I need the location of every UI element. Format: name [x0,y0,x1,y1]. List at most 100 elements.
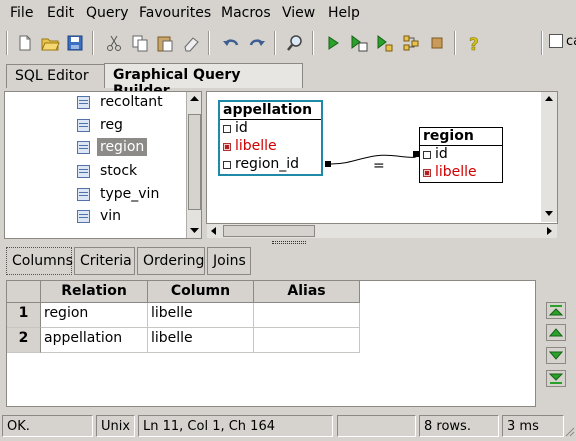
toolbar-separator [274,31,276,55]
join-operator: = [373,158,385,174]
menu-edit[interactable]: Edit [47,5,74,21]
scroll-up-arrow-icon[interactable] [188,93,201,105]
clear-icon[interactable] [181,33,201,53]
field-checkbox[interactable] [223,161,231,169]
cell-column[interactable]: libelle [148,303,254,328]
new-file-icon[interactable] [15,33,35,53]
open-folder-icon[interactable] [40,33,60,53]
table-region[interactable]: region id libelle [419,127,503,183]
scroll-down-arrow-icon[interactable] [188,224,201,236]
canvas-scroll-thumb[interactable] [223,225,315,237]
tab-criteria[interactable]: Criteria [74,247,135,275]
menu-favourites[interactable]: Favourites [139,5,211,21]
cell-column[interactable]: libelle [148,328,254,353]
tab-graphical-query-builder[interactable]: Graphical Query Builder [104,63,303,99]
canvas-horizontal-scrollbar[interactable] [207,224,557,238]
menu-help[interactable]: Help [328,5,360,21]
tab-joins[interactable]: Joins [207,247,251,275]
row-number[interactable]: 2 [7,328,41,353]
copy-icon[interactable] [130,33,150,53]
cell-relation[interactable]: appellation [41,328,148,353]
move-down-icon [548,351,564,360]
tab-columns-label: Columns [12,253,73,269]
row-number[interactable]: 1 [7,303,41,328]
tree-item-label: vin [100,208,122,224]
menu-bar: File Edit Query Favourites Macros View H… [0,0,576,25]
status-cursor-position: Ln 11, Col 1, Ch 164 [138,415,333,437]
help-icon[interactable]: ? [465,33,485,53]
status-empty [337,415,416,437]
menu-file[interactable]: File [10,5,33,21]
column-header-alias[interactable]: Alias [254,281,360,303]
toolbar: ? [0,27,576,60]
field-region_id[interactable]: region_id [220,156,321,174]
find-icon[interactable] [285,33,305,53]
stop-icon[interactable] [427,33,447,53]
table-title: appellation [220,102,321,120]
scroll-right-arrow-icon[interactable] [543,225,555,237]
column-header-column[interactable]: Column [148,281,254,303]
save-icon[interactable] [65,33,85,53]
tab-sql-editor[interactable]: SQL Editor [6,64,106,88]
status-message: OK. [2,415,93,437]
menu-view[interactable]: View [282,5,315,21]
run-script-icon[interactable] [349,33,369,53]
cell-relation[interactable]: region [41,303,148,328]
explain-icon[interactable] [375,33,395,53]
field-libelle[interactable]: libelle [420,164,502,182]
undo-icon[interactable] [221,33,241,53]
tree-item-label: reg [100,117,123,133]
scroll-left-arrow-icon[interactable] [208,225,220,237]
paste-icon[interactable] [155,33,175,53]
table-icon [77,119,90,132]
tab-joins-label: Joins [213,253,246,269]
resize-grip-icon[interactable] [565,426,575,437]
field-checkbox[interactable] [423,151,431,159]
cell-alias[interactable] [254,328,360,353]
status-exec-time: 3 ms [502,415,564,437]
splitter-handle[interactable] [272,241,306,244]
column-header-relation[interactable]: Relation [41,281,148,303]
cell-alias[interactable] [254,303,360,328]
move-down-button[interactable] [546,347,566,364]
move-top-icon [548,305,564,316]
menu-query[interactable]: Query [86,5,129,21]
field-label: libelle [235,138,277,154]
menu-macros[interactable]: Macros [221,5,271,21]
field-label: libelle [435,164,477,180]
grid-corner [7,281,41,303]
table-icon [77,141,90,154]
tree-scroll-thumb[interactable] [188,114,201,210]
field-libelle[interactable]: libelle [220,138,321,156]
move-up-button[interactable] [546,324,566,341]
field-label: region_id [235,156,300,172]
svg-text:?: ? [469,35,479,53]
tab-columns[interactable]: Columns [6,247,73,275]
canvas-vertical-scrollbar[interactable] [541,92,557,222]
field-checkbox[interactable] [223,143,231,151]
field-label: id [435,146,448,162]
explain-analyze-icon[interactable] [401,33,421,53]
cut-icon[interactable] [104,33,124,53]
move-top-button[interactable] [546,302,566,319]
scroll-down-arrow-icon[interactable] [542,207,556,219]
table-appellation[interactable]: appellation id libelle region_id [218,100,323,176]
option-checkbox[interactable] [549,34,563,48]
field-checkbox[interactable] [223,125,231,133]
run-icon[interactable] [323,33,343,53]
move-bottom-button[interactable] [546,370,566,387]
option-checkbox-label: ca [566,34,576,49]
scroll-up-arrow-icon[interactable] [542,93,556,105]
tree-item-label: region [97,138,148,156]
field-id[interactable]: id [220,120,321,138]
redo-icon[interactable] [247,33,267,53]
field-checkbox[interactable] [423,169,431,177]
field-id[interactable]: id [420,146,502,164]
query-builder-canvas[interactable]: = appellation id libelle region_id regio… [206,91,558,224]
toolbar-separator [541,31,543,55]
tree-scrollbar[interactable] [186,92,201,238]
tree-item-label: recoltant [100,94,163,110]
table-icon [77,96,90,109]
tab-ordering[interactable]: Ordering [137,247,205,275]
move-up-icon [548,328,564,337]
